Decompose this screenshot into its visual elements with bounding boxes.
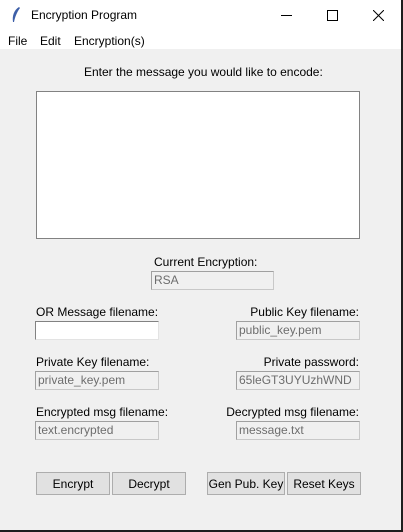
close-icon xyxy=(372,10,384,21)
maximize-button[interactable] xyxy=(309,0,355,31)
message-filename-input[interactable] xyxy=(35,321,159,340)
message-filename-label: OR Message filename: xyxy=(36,305,159,319)
title-bar[interactable]: Encryption Program xyxy=(0,0,401,31)
encrypt-button[interactable]: Encrypt xyxy=(36,472,110,495)
decrypted-filename-label: Decrypted msg filename: xyxy=(226,405,359,419)
window-title: Encryption Program xyxy=(31,8,138,22)
public-key-label: Public Key filename: xyxy=(250,305,359,319)
public-key-field[interactable]: public_key.pem xyxy=(236,321,360,340)
decrypted-filename-field[interactable]: message.txt xyxy=(236,421,360,440)
minimize-button[interactable] xyxy=(263,0,309,31)
close-button[interactable] xyxy=(355,0,401,31)
message-textarea[interactable] xyxy=(36,91,360,239)
private-key-field[interactable]: private_key.pem xyxy=(35,371,159,390)
reset-keys-button[interactable]: Reset Keys xyxy=(287,472,361,495)
menu-bar: File Edit Encryption(s) xyxy=(0,31,401,49)
current-encryption-field[interactable]: RSA xyxy=(151,271,274,290)
decrypt-button[interactable]: Decrypt xyxy=(112,472,186,495)
private-password-field[interactable]: 65leGT3UYUzhWND xyxy=(236,371,360,390)
encrypted-filename-field[interactable]: text.encrypted xyxy=(35,421,159,440)
current-encryption-label: Current Encryption: xyxy=(154,255,258,269)
menu-edit[interactable]: Edit xyxy=(40,34,61,48)
encrypted-filename-label: Encrypted msg filename: xyxy=(36,405,169,419)
private-password-label: Private password: xyxy=(263,355,359,369)
message-prompt: Enter the message you would like to enco… xyxy=(84,65,323,79)
menu-file[interactable]: File xyxy=(8,34,27,48)
app-window: Encryption Program File Edit Encryption(… xyxy=(0,0,401,530)
private-key-label: Private Key filename: xyxy=(36,355,150,369)
maximize-icon xyxy=(326,10,338,21)
tk-feather-icon xyxy=(12,7,20,22)
menu-encryptions[interactable]: Encryption(s) xyxy=(74,34,145,48)
gen-pub-key-button[interactable]: Gen Pub. Key xyxy=(207,472,285,495)
minimize-icon xyxy=(280,14,292,16)
